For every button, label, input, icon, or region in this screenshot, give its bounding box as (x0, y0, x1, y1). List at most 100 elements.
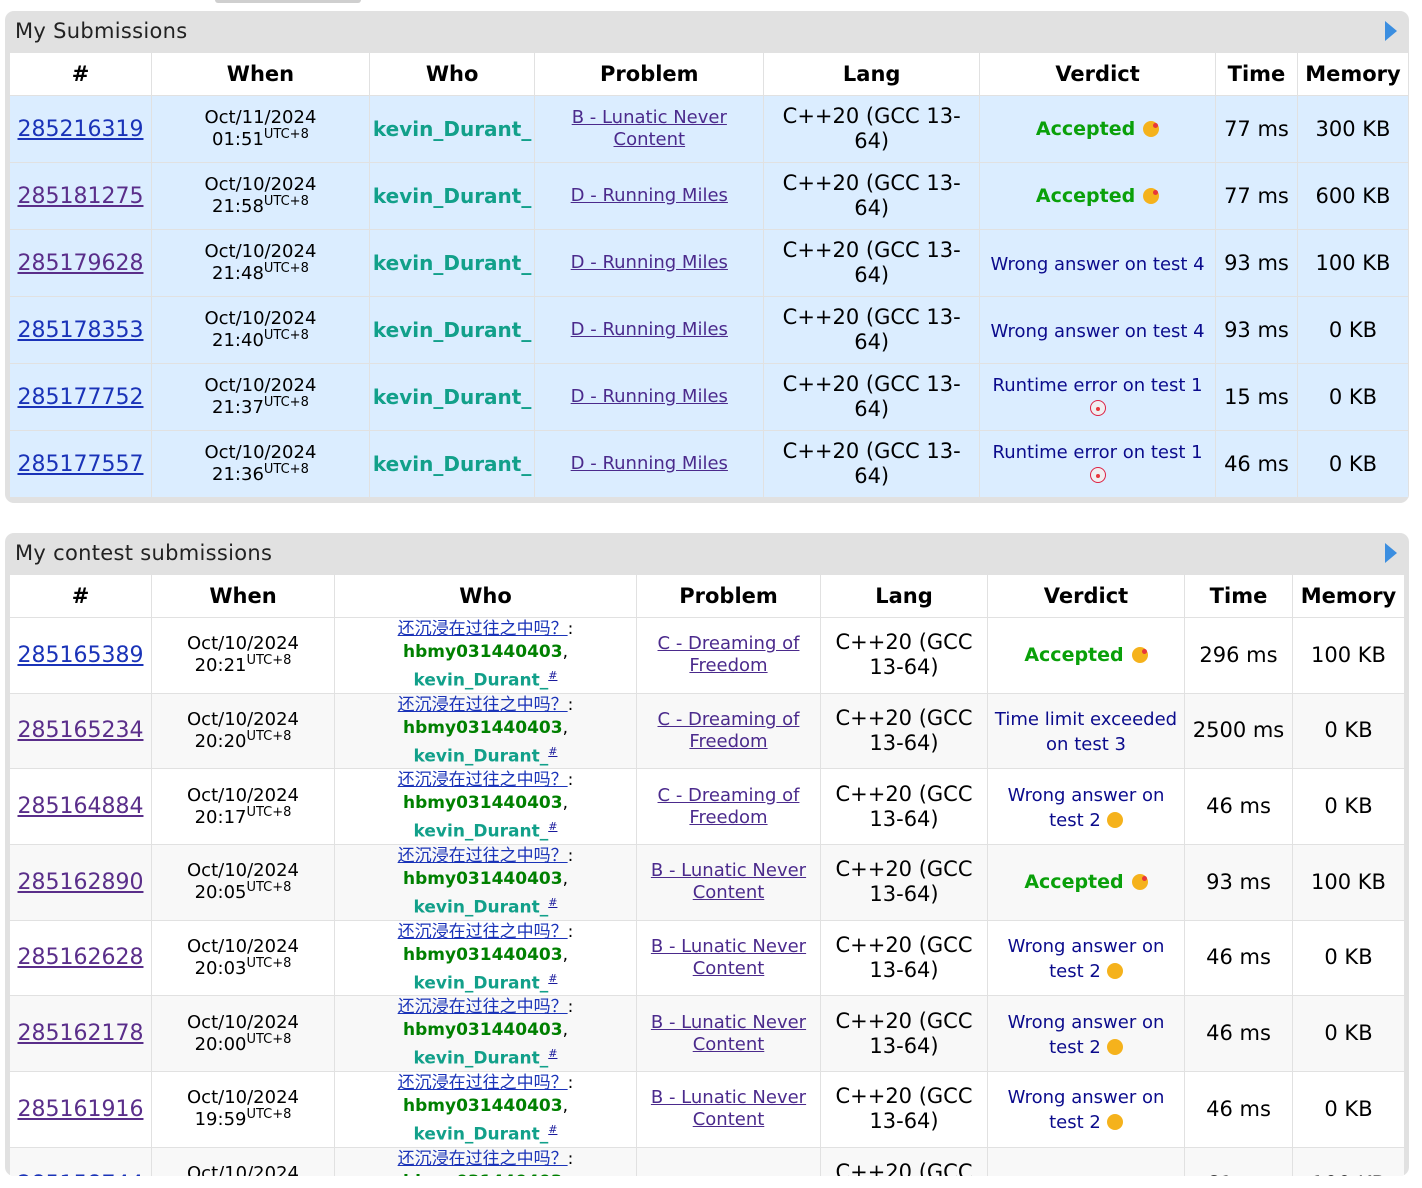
team-name-link[interactable]: 还沉浸在过往之中吗？ (398, 770, 568, 790)
column-header-memory[interactable]: Memory (1296, 52, 1409, 96)
submission-id-link[interactable]: 285162178 (18, 1021, 144, 1046)
column-header-id[interactable]: # (9, 574, 152, 618)
column-header-who[interactable]: Who (334, 574, 637, 618)
verdict-cell: Runtime error on test 1 (979, 430, 1216, 498)
team-member-1[interactable]: hbmy031440403 (403, 642, 563, 662)
team-name-link[interactable]: 还沉浸在过往之中吗？ (398, 997, 568, 1017)
exec-time-cell: 61 ms (1184, 1146, 1293, 1176)
team-name-link[interactable]: 还沉浸在过往之中吗？ (398, 695, 568, 715)
participant-hash-link[interactable]: # (548, 1047, 557, 1060)
team-member-2[interactable]: kevin_Durant_ (414, 898, 549, 918)
submission-id-link[interactable]: 285164884 (18, 794, 144, 819)
participant-hash-link[interactable]: # (548, 896, 557, 909)
problem-link[interactable]: D - Running Miles (571, 453, 728, 474)
column-header-time[interactable]: Time (1214, 52, 1298, 96)
problem-link[interactable]: B - Lunatic Never Content (651, 1087, 806, 1130)
team-member-1[interactable]: hbmy031440403 (403, 718, 563, 738)
member-separator: , (563, 1172, 568, 1176)
submission-id-link[interactable]: 285165389 (18, 643, 144, 668)
timezone-label: UTC+8 (263, 395, 309, 410)
team-member-2[interactable]: kevin_Durant_ (414, 822, 549, 842)
user-handle[interactable]: kevin_Durant_ (373, 184, 531, 208)
team-name-link[interactable]: 还沉浸在过往之中吗？ (398, 922, 568, 942)
problem-link[interactable]: D - Running Miles (571, 252, 728, 273)
column-header-lang[interactable]: Lang (763, 52, 981, 96)
column-header-problem[interactable]: Problem (534, 52, 765, 96)
table-row: 285179628 Oct/10/2024 21:48UTC+8 kevin_Dura… (9, 229, 1409, 297)
submission-id-link[interactable]: 285165234 (18, 718, 144, 743)
problem-link[interactable]: D - Running Miles (571, 386, 728, 407)
submission-date: Oct/10/2024 (204, 308, 317, 329)
submission-id-link[interactable]: 285216319 (18, 117, 144, 142)
column-header-when[interactable]: When (150, 52, 370, 96)
column-header-problem[interactable]: Problem (636, 574, 821, 618)
team-member-1[interactable]: hbmy031440403 (403, 869, 563, 889)
participant-hash-link[interactable]: # (548, 669, 557, 682)
problem-link[interactable]: B - Lunatic Never Content (651, 936, 806, 979)
team-member-1[interactable]: hbmy031440403 (403, 1020, 563, 1040)
clown-emoji-icon (1089, 467, 1106, 483)
when-cell: Oct/10/2024 21:58UTC+8 (150, 162, 370, 230)
submission-id-link[interactable]: 285178353 (18, 318, 144, 343)
verdict-text: Accepted (1035, 118, 1136, 140)
team-member-1[interactable]: hbmy031440403 (403, 793, 563, 813)
column-header-verdict[interactable]: Verdict (987, 574, 1185, 618)
user-handle[interactable]: kevin_Durant_ (373, 452, 531, 476)
column-header-who[interactable]: Who (368, 52, 536, 96)
problem-link[interactable]: B - Lunatic Never Content (651, 1012, 806, 1055)
problem-link[interactable]: D - Running Miles (571, 185, 728, 206)
participant-hash-link[interactable]: # (548, 972, 557, 985)
team-name-link[interactable]: 还沉浸在过往之中吗？ (398, 1073, 568, 1093)
verdict-text: Runtime error on test 1 (992, 375, 1203, 396)
submission-id-link[interactable]: 285162628 (18, 945, 144, 970)
id-cell: 285165389 (9, 617, 152, 694)
column-header-verdict[interactable]: Verdict (979, 52, 1216, 96)
submission-id-link[interactable]: 285177752 (18, 385, 144, 410)
column-header-when[interactable]: When (151, 574, 335, 618)
problem-link[interactable]: C - Dreaming of Freedom (658, 709, 800, 752)
problem-link[interactable]: A - Trust Nobody (654, 1174, 803, 1176)
problem-link[interactable]: D - Running Miles (571, 319, 728, 340)
user-handle[interactable]: kevin_Durant_ (373, 385, 531, 409)
memory-cell: 100 KB (1292, 1146, 1405, 1176)
problem-link[interactable]: B - Lunatic Never Content (651, 860, 806, 903)
problem-cell: C - Dreaming of Freedom (636, 692, 821, 770)
team-member-2[interactable]: kevin_Durant_ (414, 1125, 549, 1145)
member-separator: , (562, 944, 568, 965)
team-member-2[interactable]: kevin_Durant_ (414, 746, 549, 766)
team-member-1[interactable]: hbmy031440403 (403, 945, 563, 965)
play-arrow-icon[interactable] (1385, 543, 1397, 563)
submission-id-link[interactable]: 285181275 (18, 184, 144, 209)
problem-link[interactable]: C - Dreaming of Freedom (658, 785, 800, 828)
participant-hash-link[interactable]: # (548, 745, 557, 758)
play-arrow-icon[interactable] (1385, 21, 1397, 41)
participant-hash-link[interactable]: # (548, 820, 557, 833)
when-cell: Oct/10/2024 21:36UTC+8 (150, 430, 370, 498)
verdict-cell: Accepted (987, 617, 1185, 694)
submission-id-link[interactable]: 285158744 (18, 1172, 144, 1176)
problem-link[interactable]: C - Dreaming of Freedom (658, 633, 800, 676)
team-name-link[interactable]: 还沉浸在过往之中吗？ (398, 619, 568, 639)
problem-link[interactable]: B - Lunatic Never Content (572, 107, 727, 150)
submission-id-link[interactable]: 285161916 (18, 1097, 144, 1122)
column-header-memory[interactable]: Memory (1292, 574, 1405, 618)
team-member-2[interactable]: kevin_Durant_ (414, 973, 549, 993)
column-header-id[interactable]: # (9, 52, 152, 96)
user-handle[interactable]: kevin_Durant_ (373, 117, 531, 141)
participant-hash-link[interactable]: # (548, 1123, 557, 1136)
member-separator: , (562, 717, 568, 738)
submission-id-link[interactable]: 285162890 (18, 870, 144, 895)
team-name-link[interactable]: 还沉浸在过往之中吗？ (398, 1149, 568, 1169)
team-member-1[interactable]: hbmy031440403 (403, 1172, 563, 1176)
column-header-lang[interactable]: Lang (820, 574, 988, 618)
user-handle[interactable]: kevin_Durant_ (373, 318, 531, 342)
user-handle[interactable]: kevin_Durant_ (373, 251, 531, 275)
team-member-2[interactable]: kevin_Durant_ (414, 1049, 549, 1069)
submission-id-link[interactable]: 285177557 (18, 452, 144, 477)
submission-id-link[interactable]: 285179628 (18, 251, 144, 276)
column-header-time[interactable]: Time (1184, 574, 1293, 618)
team-member-2[interactable]: kevin_Durant_ (414, 671, 549, 691)
team-name-link[interactable]: 还沉浸在过往之中吗？ (398, 846, 568, 866)
memory-cell: 0 KB (1292, 995, 1405, 1072)
team-member-1[interactable]: hbmy031440403 (403, 1096, 563, 1116)
